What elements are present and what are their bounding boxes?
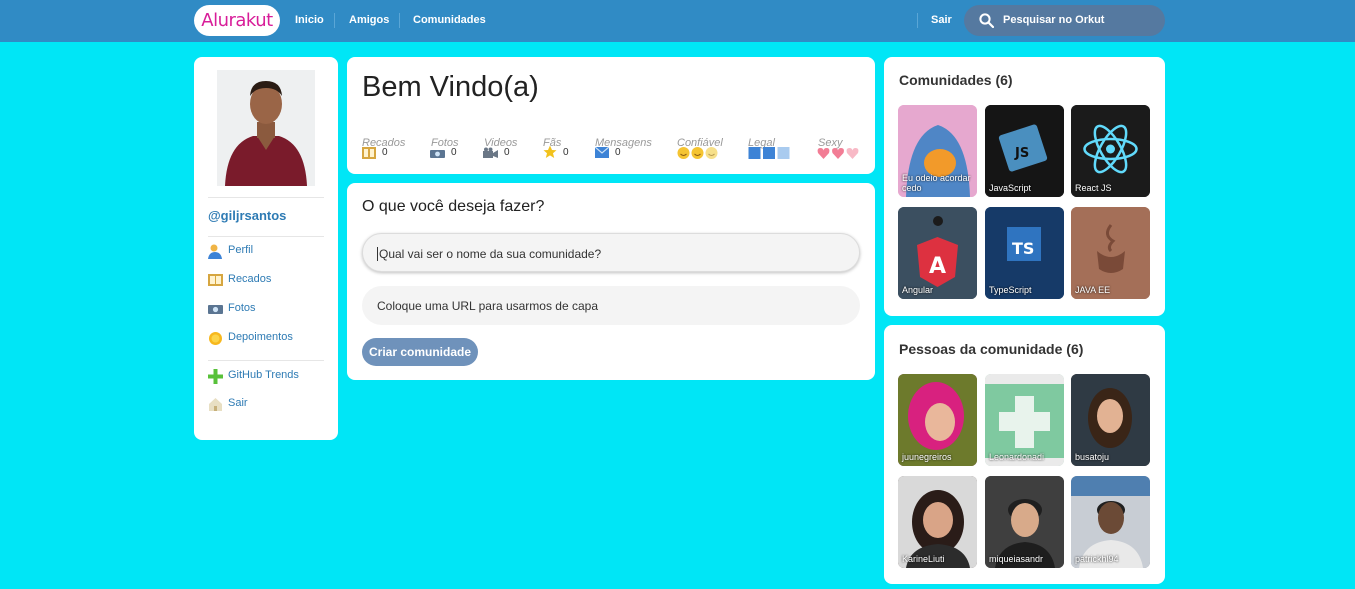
community-name: JavaScript bbox=[989, 183, 1032, 193]
person-name: KarineLiuti bbox=[902, 554, 945, 564]
svg-text:JS: JS bbox=[1014, 146, 1029, 161]
menu-item-label: Recados bbox=[228, 273, 272, 285]
heart-icon bbox=[817, 148, 859, 159]
people-card: Pessoas da comunidade (6) juunegreiros L… bbox=[884, 325, 1165, 584]
stat-recados: Recados 0 bbox=[362, 133, 405, 159]
svg-text:A: A bbox=[929, 254, 946, 279]
person-name: Leonardonadi bbox=[989, 452, 1045, 462]
person-tile[interactable]: patrickhl94 bbox=[1071, 476, 1150, 568]
community-tile[interactable]: JAVA EE bbox=[1071, 207, 1150, 299]
person-tile[interactable]: miqueiasandr bbox=[985, 476, 1064, 568]
person-name: juunegreiros bbox=[902, 452, 952, 462]
stat-confiavel: Confiável bbox=[677, 133, 723, 159]
cover-url-placeholder: Coloque uma URL para usarmos de capa bbox=[377, 299, 599, 313]
stat-value: 0 bbox=[451, 147, 457, 158]
mail-icon bbox=[595, 147, 609, 158]
nav-amigos[interactable]: Amigos bbox=[349, 14, 389, 28]
divider bbox=[208, 236, 324, 237]
profile-username[interactable]: @giljrsantos bbox=[208, 208, 286, 223]
person-tile[interactable]: juunegreiros bbox=[898, 374, 977, 466]
community-name: Angular bbox=[902, 285, 934, 295]
star-icon bbox=[543, 145, 557, 158]
community-name-placeholder: Qual vai ser o nome da sua comunidade? bbox=[377, 247, 602, 261]
logout-link[interactable]: Sair bbox=[931, 14, 952, 28]
community-name: JAVA EE bbox=[1075, 285, 1111, 295]
search-input[interactable]: Pesquisar no Orkut bbox=[964, 5, 1165, 36]
welcome-card: Bem Vindo(a) Recados 0 Fotos 0 Videos 0 … bbox=[347, 57, 875, 174]
stat-value: 0 bbox=[615, 147, 621, 158]
nav-divider bbox=[917, 13, 918, 28]
menu-item-label: GitHub Trends bbox=[228, 369, 299, 381]
communities-title: Comunidades (6) bbox=[899, 72, 1013, 88]
book-icon bbox=[208, 274, 223, 286]
communities-card: Comunidades (6) Eu odeio acordar cedo JS… bbox=[884, 57, 1165, 316]
person-name: busatoju bbox=[1075, 452, 1110, 462]
sun-icon bbox=[209, 332, 222, 345]
person-tile[interactable]: KarineLiuti bbox=[898, 476, 977, 568]
community-tile[interactable]: JS JavaScript bbox=[985, 105, 1064, 197]
menu-item-label: Depoimentos bbox=[228, 331, 293, 343]
community-tile[interactable]: React JS bbox=[1071, 105, 1150, 197]
video-icon bbox=[483, 147, 498, 158]
person-tile[interactable]: busatoju bbox=[1071, 374, 1150, 466]
divider bbox=[208, 360, 324, 361]
camera-icon bbox=[208, 305, 223, 314]
camera-icon bbox=[430, 150, 445, 158]
stat-fas: Fãs 0 bbox=[543, 133, 569, 158]
stat-value: 0 bbox=[504, 147, 510, 158]
profile-sidebar: @giljrsantos Perfil Recados Fotos Depoim… bbox=[194, 57, 338, 440]
stat-videos: Videos 0 bbox=[483, 133, 517, 158]
top-bar: Alurakut Inicio Amigos Comunidades Sair … bbox=[0, 0, 1355, 42]
community-tile[interactable]: TS TypeScript bbox=[985, 207, 1064, 299]
page-title: Bem Vindo(a) bbox=[362, 71, 539, 103]
person-tile[interactable]: Leonardonadi bbox=[985, 374, 1064, 466]
form-title: O que você deseja fazer? bbox=[362, 198, 545, 215]
create-community-button[interactable]: Criar comunidade bbox=[362, 338, 478, 366]
menu-item-label: Sair bbox=[228, 397, 248, 409]
cover-url-input[interactable]: Coloque uma URL para usarmos de capa bbox=[362, 286, 860, 325]
nav-divider bbox=[399, 13, 400, 28]
plus-icon bbox=[208, 369, 223, 384]
stat-value: 0 bbox=[563, 147, 569, 158]
book-icon bbox=[362, 147, 376, 159]
user-icon bbox=[208, 244, 222, 259]
person-name: patrickhl94 bbox=[1075, 554, 1119, 564]
stat-legal: Legal bbox=[748, 133, 790, 159]
stat-fotos: Fotos 0 bbox=[430, 133, 459, 158]
avatar[interactable] bbox=[217, 70, 315, 186]
logout-icon bbox=[209, 398, 222, 411]
nav-divider bbox=[334, 13, 335, 28]
menu-item-label: Perfil bbox=[228, 244, 254, 256]
stat-mensagens: Mensagens 0 bbox=[595, 133, 652, 158]
divider bbox=[208, 197, 324, 198]
alurakut-logo[interactable]: Alurakut bbox=[194, 5, 280, 36]
people-title: Pessoas da comunidade (6) bbox=[899, 341, 1084, 357]
community-name: Eu odeio acordar cedo bbox=[902, 173, 971, 193]
svg-text:TS: TS bbox=[1012, 239, 1034, 258]
search-placeholder: Pesquisar no Orkut bbox=[1003, 14, 1105, 26]
cube-icon bbox=[748, 147, 790, 159]
community-tile[interactable]: A Angular bbox=[898, 207, 977, 299]
community-name: TypeScript bbox=[989, 285, 1032, 295]
create-community-card: O que você deseja fazer? Qual vai ser o … bbox=[347, 183, 875, 380]
search-icon bbox=[979, 13, 994, 28]
person-name: miqueiasandr bbox=[989, 554, 1044, 564]
community-tile[interactable]: Eu odeio acordar cedo bbox=[898, 105, 977, 197]
nav-comunidades[interactable]: Comunidades bbox=[413, 14, 486, 28]
stat-value: 0 bbox=[382, 147, 388, 158]
nav-inicio[interactable]: Inicio bbox=[295, 14, 324, 28]
community-name: React JS bbox=[1075, 183, 1112, 193]
smile-icon bbox=[677, 147, 718, 159]
community-name-input[interactable]: Qual vai ser o nome da sua comunidade? bbox=[362, 233, 860, 272]
stat-sexy: Sexy bbox=[817, 133, 859, 159]
menu-item-label: Fotos bbox=[228, 302, 256, 314]
